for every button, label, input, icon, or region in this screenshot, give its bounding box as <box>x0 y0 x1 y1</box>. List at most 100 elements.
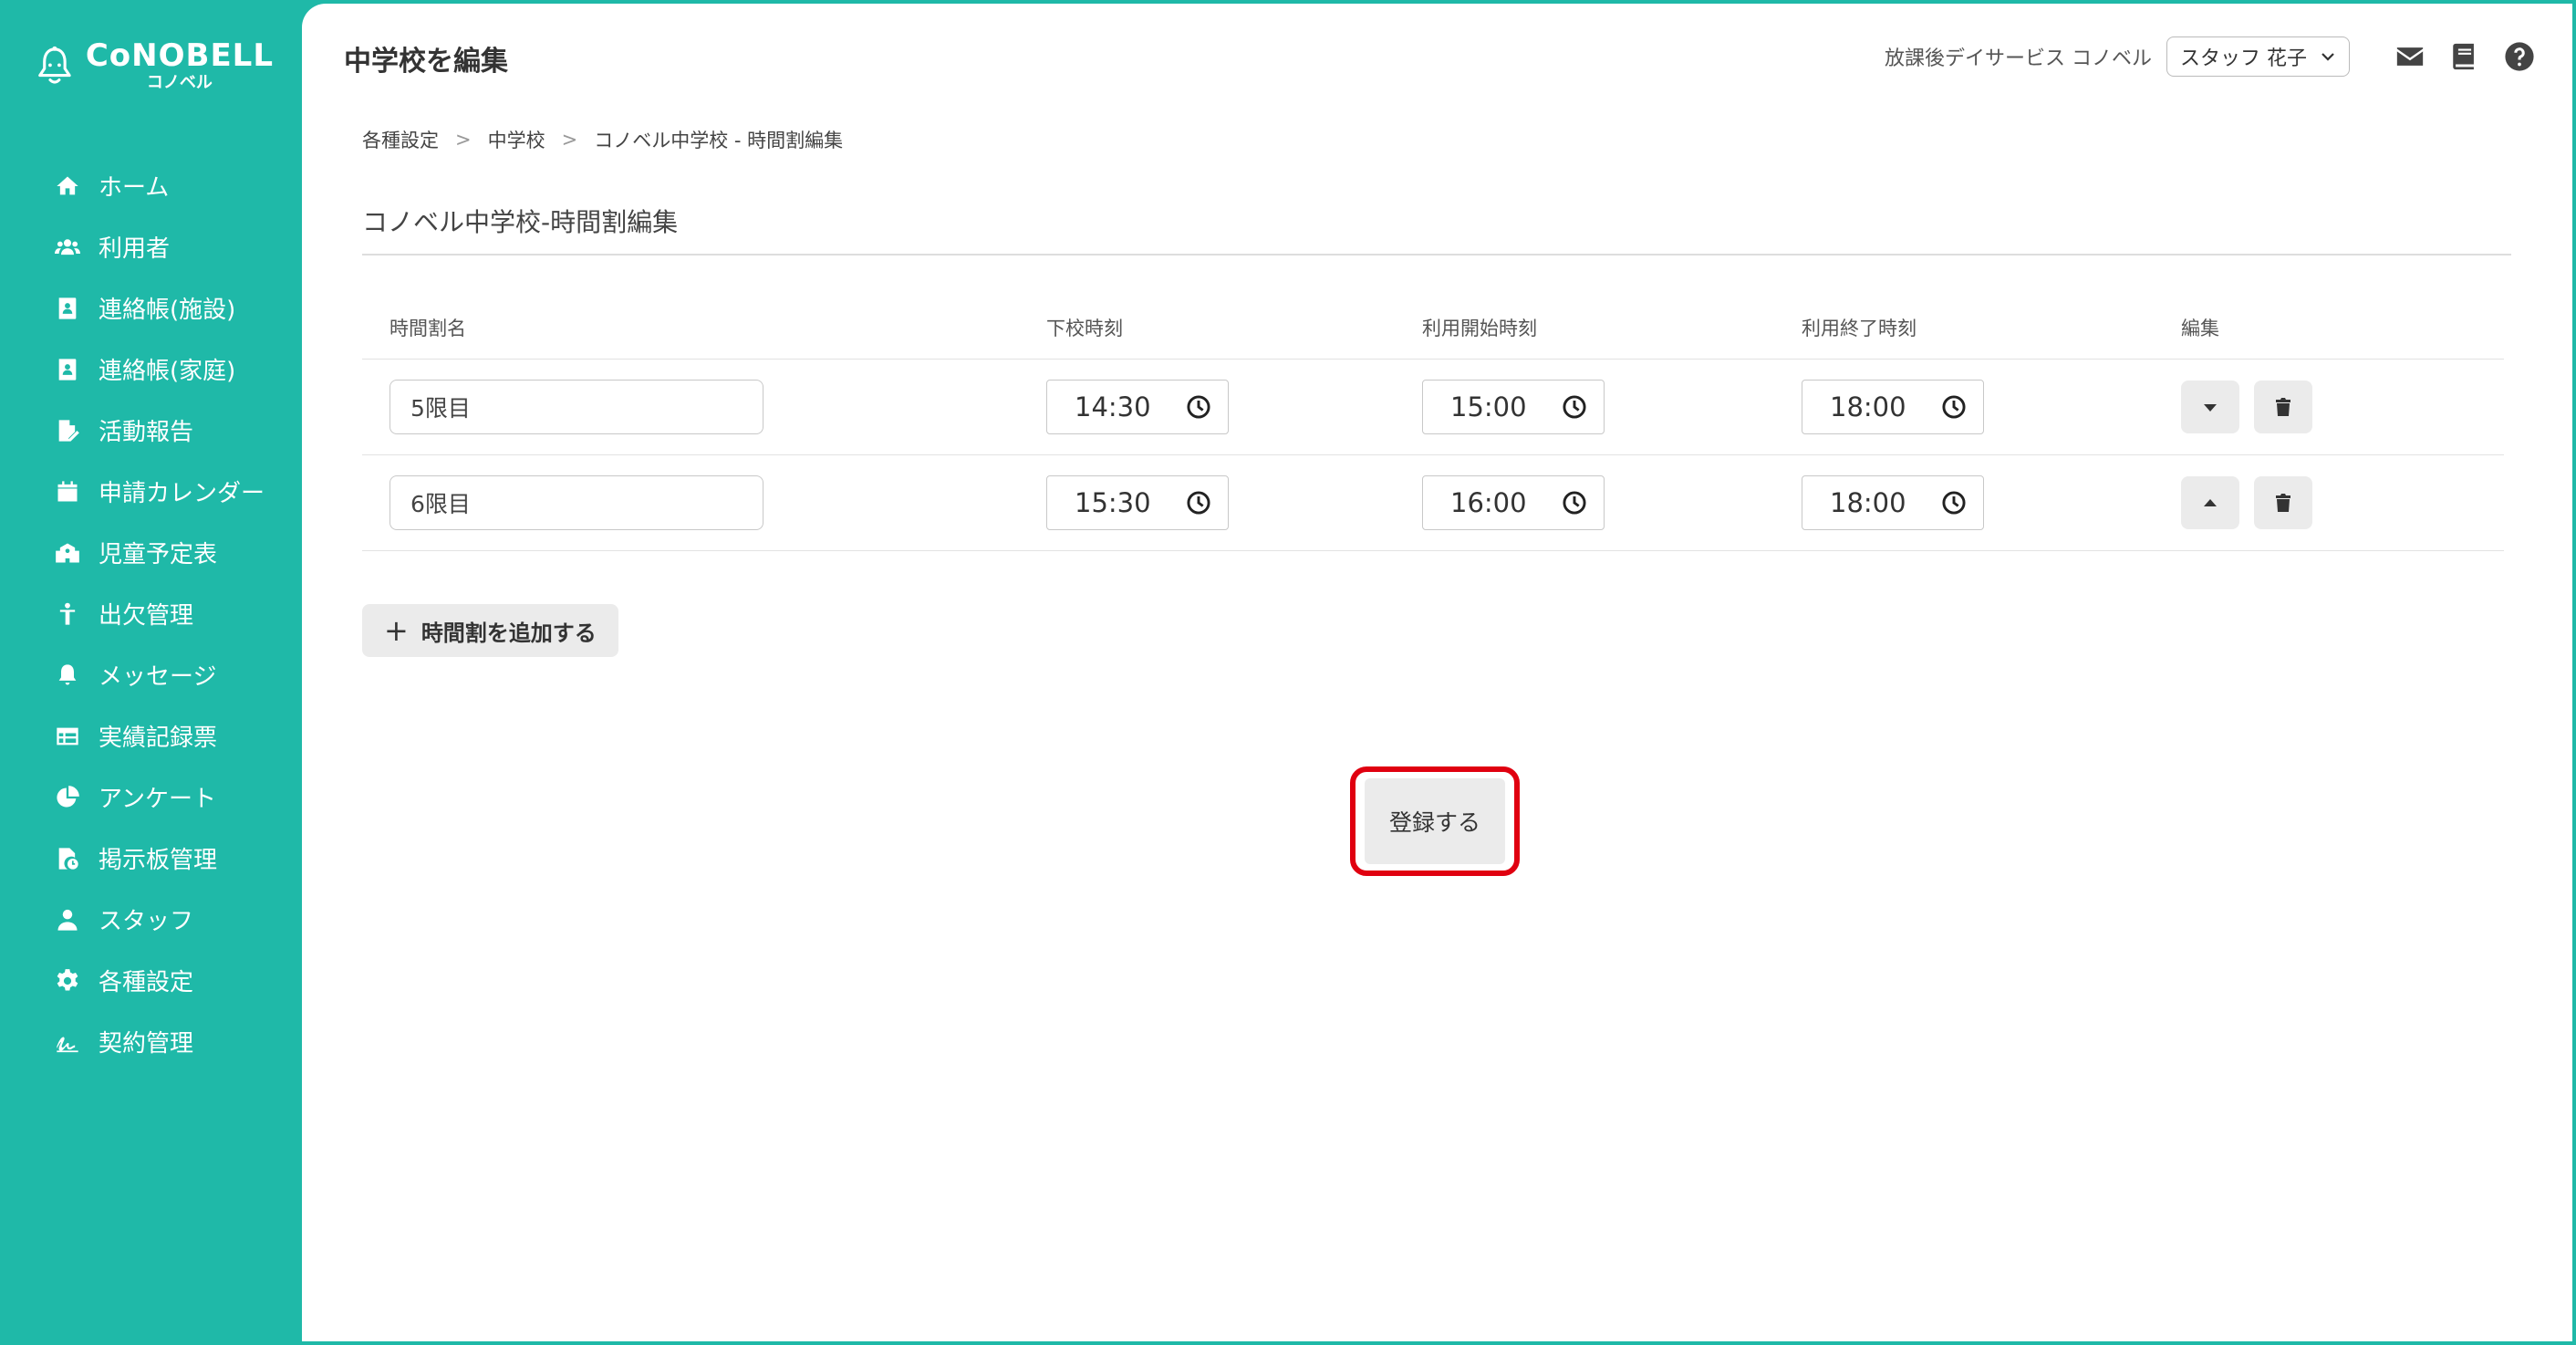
signature-icon <box>53 1027 82 1057</box>
sidebar-item-settings[interactable]: 各種設定 <box>53 950 290 1011</box>
sidebar-item-contact-home[interactable]: 連絡帳(家庭) <box>53 339 290 400</box>
sidebar-item-label: 実績記録票 <box>99 725 218 752</box>
plus-icon: + <box>384 613 409 648</box>
pie-chart-icon <box>53 783 82 812</box>
sidebar-item-record-sheet[interactable]: 実績記録票 <box>53 705 290 766</box>
sidebar: CoNOBELL コノベル ホーム 利用者 連絡帳(施設) 連絡帳(家庭) 活動… <box>0 0 302 1345</box>
sidebar-item-survey[interactable]: アンケート <box>53 766 290 828</box>
delete-button[interactable] <box>2254 381 2312 433</box>
contact-book-icon <box>53 355 82 384</box>
breadcrumb: 各種設定 > 中学校 > コノベル中学校 - 時間割編集 <box>362 126 843 153</box>
divider <box>362 254 2511 255</box>
sidebar-item-bulletin[interactable]: 掲示板管理 <box>53 828 290 889</box>
end-time-input[interactable]: 18:00 <box>1802 380 1984 434</box>
header-right: 放課後デイサービス コノベル スタッフ 花子 <box>1885 36 2536 77</box>
main-panel: 中学校を編集 放課後デイサービス コノベル スタッフ 花子 各種設定 > 中学校… <box>302 4 2572 1341</box>
sidebar-item-label: 利用者 <box>99 235 171 263</box>
dismissal-time-input[interactable]: 15:30 <box>1046 475 1229 530</box>
table-icon <box>53 722 82 751</box>
clock-icon <box>1187 491 1210 515</box>
caret-up-icon <box>2204 499 2217 506</box>
clock-icon <box>1942 395 1966 419</box>
header-end: 利用終了時刻 <box>1802 317 1916 339</box>
add-timetable-button[interactable]: + 時間割を追加する <box>362 604 618 657</box>
staff-name: スタッフ 花子 <box>2180 47 2307 70</box>
help-icon[interactable] <box>2503 40 2536 73</box>
breadcrumb-junior-high[interactable]: 中学校 <box>488 126 545 153</box>
header-edit: 編集 <box>2181 317 2219 339</box>
table-header: 時間割名 下校時刻 利用開始時刻 利用終了時刻 編集 <box>362 296 2504 360</box>
sidebar-item-attendance[interactable]: 出欠管理 <box>53 583 290 644</box>
trash-icon <box>2276 398 2290 416</box>
bell-icon <box>53 661 82 690</box>
add-timetable-label: 時間割を追加する <box>421 620 597 646</box>
file-edit-icon <box>53 416 82 445</box>
facility-name: 放課後デイサービス コノベル <box>1885 47 2152 70</box>
sidebar-item-users[interactable]: 利用者 <box>53 216 290 277</box>
sidebar-item-label: 出欠管理 <box>99 602 194 630</box>
breadcrumb-settings[interactable]: 各種設定 <box>362 126 439 153</box>
clock-icon <box>1563 395 1586 419</box>
contact-book-icon <box>53 294 82 323</box>
time-value: 14:30 <box>1075 391 1151 422</box>
trash-icon <box>2276 494 2290 512</box>
sidebar-item-child-schedule[interactable]: 児童予定表 <box>53 522 290 583</box>
book-icon[interactable] <box>2448 40 2481 73</box>
sidebar-item-label: 各種設定 <box>99 969 194 996</box>
sidebar-item-home[interactable]: ホーム <box>53 155 290 216</box>
sidebar-item-label: 連絡帳(家庭) <box>99 358 236 385</box>
sidebar-item-label: アンケート <box>99 786 216 813</box>
sidebar-item-label: メッセージ <box>99 663 217 691</box>
sidebar-item-message[interactable]: メッセージ <box>53 644 290 705</box>
sidebar-item-staff[interactable]: スタッフ <box>53 889 290 950</box>
sidebar-item-label: 契約管理 <box>99 1030 194 1058</box>
sidebar-item-label: スタッフ <box>99 908 194 935</box>
table-row: 5限目 14:30 15:00 18:00 <box>362 360 2504 455</box>
users-icon <box>53 233 82 262</box>
sidebar-item-label: 掲示板管理 <box>99 847 218 874</box>
gear-icon <box>53 966 82 996</box>
start-time-input[interactable]: 15:00 <box>1422 380 1605 434</box>
clock-icon <box>1942 491 1966 515</box>
sidebar-item-label: 児童予定表 <box>99 541 218 568</box>
logo-brand: CoNOBELL <box>85 37 274 74</box>
time-value: 18:00 <box>1830 487 1906 518</box>
sidebar-item-label: 活動報告 <box>99 419 194 446</box>
header-name: 時間割名 <box>390 317 466 339</box>
person-icon <box>53 905 82 934</box>
table-row: 6限目 15:30 16:00 18:00 <box>362 455 2504 551</box>
sidebar-item-label: 連絡帳(施設) <box>99 297 236 324</box>
delete-button[interactable] <box>2254 476 2312 529</box>
sidebar-item-request-calendar[interactable]: 申請カレンダー <box>53 461 290 522</box>
timetable-name-input[interactable]: 6限目 <box>390 475 763 530</box>
chevron-right-icon: > <box>561 129 578 151</box>
timetable-name-input[interactable]: 5限目 <box>390 380 763 434</box>
home-icon <box>53 172 82 201</box>
time-value: 15:30 <box>1075 487 1151 518</box>
move-down-button[interactable] <box>2181 381 2239 433</box>
page-title: 中学校を編集 <box>344 46 508 78</box>
move-up-button[interactable] <box>2181 476 2239 529</box>
child-icon <box>53 600 82 629</box>
start-time-input[interactable]: 16:00 <box>1422 475 1605 530</box>
clock-icon <box>1187 395 1210 419</box>
header-dismissal: 下校時刻 <box>1046 317 1123 339</box>
register-button[interactable]: 登録する <box>1365 778 1505 864</box>
logo[interactable]: CoNOBELL コノベル <box>36 31 274 100</box>
submit-highlight: 登録する <box>1350 766 1520 876</box>
calendar-icon <box>53 477 82 506</box>
file-clock-icon <box>53 844 82 873</box>
section-title: コノベル中学校-時間割編集 <box>362 207 679 237</box>
mail-icon[interactable] <box>2394 40 2426 73</box>
sidebar-item-label: ホーム <box>99 174 170 202</box>
sidebar-item-contract[interactable]: 契約管理 <box>53 1011 290 1072</box>
dismissal-time-input[interactable]: 14:30 <box>1046 380 1229 434</box>
sidebar-item-contact-facility[interactable]: 連絡帳(施設) <box>53 277 290 339</box>
clock-icon <box>1563 491 1586 515</box>
sidebar-item-activity-report[interactable]: 活動報告 <box>53 400 290 461</box>
bell-logo-icon <box>38 46 71 84</box>
time-value: 16:00 <box>1450 487 1527 518</box>
timetable-table: 時間割名 下校時刻 利用開始時刻 利用終了時刻 編集 5限目 14:30 15:… <box>362 296 2504 551</box>
end-time-input[interactable]: 18:00 <box>1802 475 1984 530</box>
staff-select[interactable]: スタッフ 花子 <box>2166 36 2350 77</box>
